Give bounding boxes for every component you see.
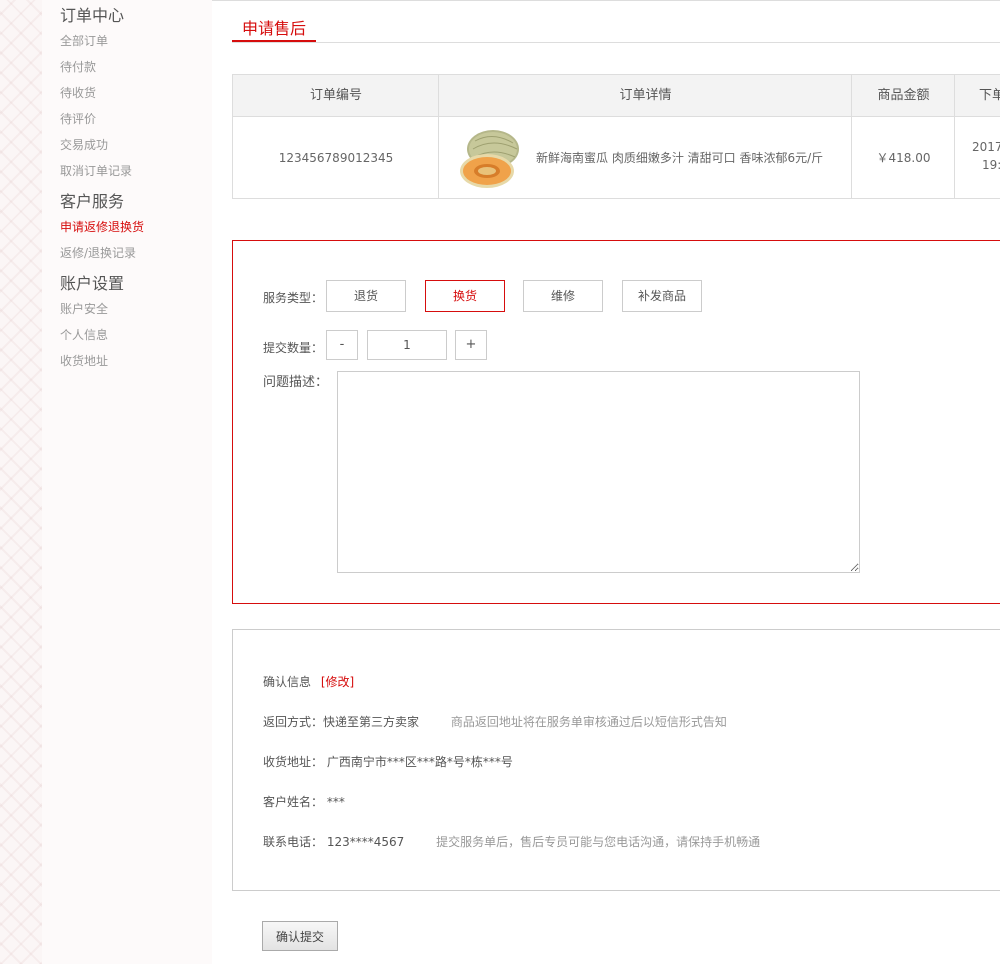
- sidebar-item-apply-return[interactable]: 申请返修退换货: [60, 218, 144, 235]
- quantity-input[interactable]: [367, 330, 447, 360]
- modify-link[interactable]: [修改]: [321, 675, 354, 689]
- order-time-cell: 2017 19:: [955, 118, 1000, 199]
- sidebar-item-account-security[interactable]: 账户安全: [60, 300, 108, 317]
- service-type-repair-button[interactable]: 维修: [523, 280, 603, 312]
- column-header-order-details: 订单详情: [439, 75, 852, 117]
- contact-phone-note: 提交服务单后，售后专员可能与您电话沟通，请保持手机畅通: [436, 835, 761, 849]
- quantity-label: 提交数量：: [263, 341, 324, 355]
- sidebar-item-return-records[interactable]: 返修/退换记录: [60, 244, 136, 261]
- top-divider: [212, 0, 1000, 1]
- column-header-amount: 商品金额: [852, 75, 955, 117]
- melon-product-image[interactable]: [457, 125, 523, 191]
- sidebar-item-cancelled-orders[interactable]: 取消订单记录: [60, 162, 132, 179]
- customer-name: 客户姓名： ***: [263, 795, 345, 809]
- description-label: 问题描述：: [263, 375, 329, 390]
- order-time: 19:: [982, 158, 1000, 172]
- after-sales-form: 服务类型： 退货 换货 维修 补发商品 提交数量： - + 问题描述：: [232, 240, 1000, 604]
- page: 订单中心 全部订单 待付款 待收货 待评价 交易成功 取消订单记录 客户服务 申…: [0, 0, 1000, 964]
- shipping-address: 收货地址： 广西南宁市***区***路*号*栋***号: [263, 755, 513, 769]
- confirm-info-heading: 确认信息 [修改]: [263, 673, 354, 690]
- return-method: 返回方式：快递至第三方卖家: [263, 715, 420, 729]
- service-type-return-button[interactable]: 退货: [326, 280, 406, 312]
- sidebar-item-pending-payment[interactable]: 待付款: [60, 58, 96, 75]
- sidebar-item-personal-info[interactable]: 个人信息: [60, 326, 108, 343]
- return-method-row: 返回方式：快递至第三方卖家 商品返回地址将在服务单审核通过后以短信形式告知: [263, 713, 727, 730]
- column-header-order-time: 下单: [955, 75, 1000, 117]
- product-title[interactable]: 新鲜海南蜜瓜 肉质细嫩多汁 清甜可口 香味浓郁6元/斤: [536, 118, 823, 199]
- confirm-submit-button[interactable]: 确认提交: [262, 921, 338, 951]
- sidebar-item-pending-receipt[interactable]: 待收货: [60, 84, 96, 101]
- tab-divider: [232, 42, 1000, 43]
- quantity-decrease-button[interactable]: -: [326, 330, 358, 360]
- decorative-pattern: [0, 0, 42, 964]
- return-method-note: 商品返回地址将在服务单审核通过后以短信形式告知: [450, 715, 727, 729]
- contact-phone-row: 联系电话： 123****4567 提交服务单后，售后专员可能与您电话沟通，请保…: [263, 833, 760, 850]
- column-header-order-no: 订单编号: [233, 75, 439, 117]
- sidebar-item-pending-review[interactable]: 待评价: [60, 110, 96, 127]
- order-details-cell: 新鲜海南蜜瓜 肉质细嫩多汁 清甜可口 香味浓郁6元/斤: [439, 118, 852, 199]
- sidebar-heading-order-center: 订单中心: [60, 6, 125, 25]
- service-type-label: 服务类型：: [263, 291, 324, 305]
- confirm-info-box: 确认信息 [修改] 返回方式：快递至第三方卖家 商品返回地址将在服务单审核通过后…: [232, 629, 1000, 891]
- order-table: 订单编号 订单详情 商品金额 下单 123456789012345 新鲜海南蜜瓜…: [232, 74, 1000, 199]
- confirm-info-title: 确认信息: [263, 675, 312, 689]
- sidebar: 订单中心 全部订单 待付款 待收货 待评价 交易成功 取消订单记录 客户服务 申…: [42, 0, 212, 964]
- tab-apply-after-sales[interactable]: 申请售后: [242, 15, 306, 39]
- order-amount: ￥418.00: [876, 151, 931, 165]
- sidebar-item-completed[interactable]: 交易成功: [60, 136, 108, 153]
- sidebar-item-shipping-address[interactable]: 收货地址: [60, 352, 108, 369]
- order-number: 123456789012345: [278, 151, 394, 165]
- sidebar-item-all-orders[interactable]: 全部订单: [60, 32, 108, 49]
- service-type-exchange-button[interactable]: 换货: [425, 280, 505, 312]
- problem-description-textarea[interactable]: [337, 371, 860, 573]
- contact-phone: 联系电话： 123****4567: [263, 835, 405, 849]
- order-date: 2017: [972, 140, 1000, 154]
- sidebar-heading-customer-service: 客户服务: [60, 192, 125, 211]
- service-type-reissue-button[interactable]: 补发商品: [622, 280, 702, 312]
- sidebar-heading-account-settings: 账户设置: [60, 274, 125, 293]
- quantity-increase-button[interactable]: +: [455, 330, 487, 360]
